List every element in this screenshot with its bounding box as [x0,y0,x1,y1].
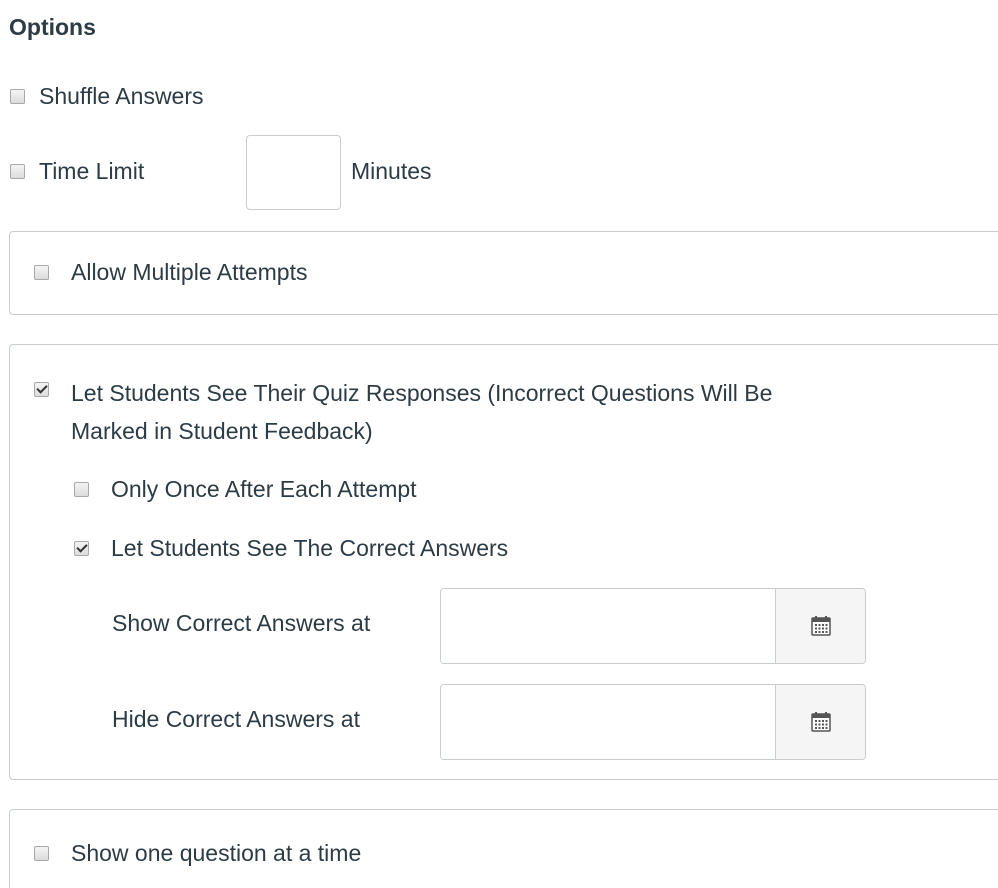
multiple-attempts-row: Allow Multiple Attempts [34,259,307,286]
show-correct-at-label: Show Correct Answers at [112,610,371,636]
see-responses-label-line2: Marked in Student Feedback) [71,418,373,444]
see-correct-label: Let Students See The Correct Answers [111,535,509,561]
show-correct-at-date-group [440,588,866,664]
hide-correct-at-date-group [440,684,866,760]
one-question-panel: Show one question at a time [9,809,998,888]
time-limit-label: Time Limit [39,158,145,184]
hide-correct-at-input[interactable] [441,685,775,759]
hide-correct-at-label: Hide Correct Answers at [112,706,360,732]
time-limit-checkbox[interactable] [10,164,25,179]
calendar-icon [810,616,831,636]
show-correct-at-calendar-button[interactable] [775,589,865,663]
one-question-checkbox[interactable] [34,846,49,861]
see-responses-row: Let Students See Their Quiz Responses (I… [34,374,772,450]
multiple-attempts-panel: Allow Multiple Attempts [9,231,998,315]
see-responses-label: Let Students See Their Quiz Responses (I… [71,374,772,450]
hide-correct-at-calendar-button[interactable] [775,685,865,759]
one-question-label: Show one question at a time [71,840,362,866]
see-correct-row: Let Students See The Correct Answers [74,535,508,562]
allow-multiple-attempts-checkbox[interactable] [34,265,49,280]
calendar-icon [810,712,831,732]
shuffle-answers-label: Shuffle Answers [39,83,204,109]
minutes-unit-label: Minutes [351,158,432,184]
time-limit-row: Time Limit [10,158,144,185]
one-question-row: Show one question at a time [34,840,361,867]
only-once-checkbox[interactable] [74,482,89,497]
quiz-responses-panel: Let Students See Their Quiz Responses (I… [9,344,998,780]
only-once-row: Only Once After Each Attempt [74,476,417,503]
shuffle-answers-checkbox[interactable] [10,89,25,104]
only-once-label: Only Once After Each Attempt [111,476,417,502]
shuffle-answers-row: Shuffle Answers [10,83,204,110]
allow-multiple-attempts-label: Allow Multiple Attempts [71,259,308,285]
time-limit-minutes-input[interactable] [246,135,341,210]
see-correct-checkbox[interactable] [74,541,89,556]
see-responses-checkbox[interactable] [34,382,49,397]
see-responses-label-line1: Let Students See Their Quiz Responses (I… [71,380,773,406]
options-heading: Options [9,14,96,40]
show-correct-at-input[interactable] [441,589,775,663]
